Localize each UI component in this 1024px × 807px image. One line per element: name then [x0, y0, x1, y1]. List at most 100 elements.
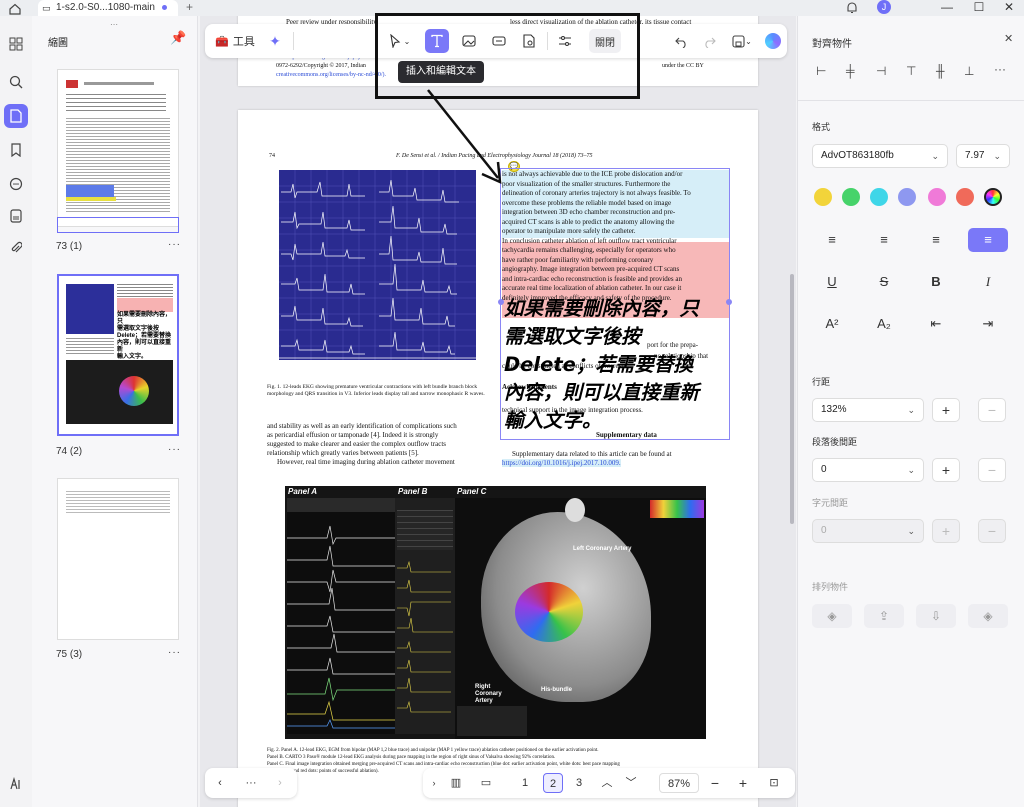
overlay-line: 如果需要刪除內容，只 — [504, 297, 700, 320]
ai-sparkle-icon[interactable]: ✦ — [263, 29, 287, 53]
comments-icon[interactable] — [4, 172, 28, 196]
zoom-level-field[interactable]: 87% — [659, 773, 699, 793]
layers-icon[interactable] — [4, 204, 28, 228]
color-swatch-green[interactable] — [842, 188, 860, 206]
undo-button[interactable] — [671, 29, 691, 53]
color-swatch-pink[interactable] — [928, 188, 946, 206]
align-bottom-icon[interactable]: ⊥ — [964, 64, 974, 78]
underline-icon[interactable]: U — [812, 270, 852, 294]
bring-forward-icon[interactable]: ⇪ — [864, 604, 904, 628]
history-more-button[interactable]: ··· — [241, 773, 261, 793]
forward-arrow-icon[interactable]: › — [273, 773, 287, 793]
line-spacing-value: 132% — [821, 404, 847, 415]
avatar[interactable]: J — [877, 0, 891, 14]
align-middle-v-icon[interactable]: ╫ — [936, 64, 945, 78]
thumbnail-more-button[interactable]: ··· — [168, 239, 181, 250]
paragraph-spacing-select[interactable]: 0 ⌄ — [812, 458, 924, 482]
text-align-right-icon[interactable]: ≡ — [916, 228, 956, 252]
attachment-icon[interactable] — [4, 236, 28, 260]
fit-page-icon[interactable]: ⊡ — [765, 773, 783, 793]
redo-button[interactable] — [699, 29, 719, 53]
superscript-icon[interactable]: A² — [812, 312, 852, 336]
color-swatch-blue[interactable] — [898, 188, 916, 206]
bold-icon[interactable]: B — [916, 270, 956, 294]
maximize-button[interactable]: ☐ — [964, 0, 994, 16]
overlay-line: 需選取文字後按 — [504, 325, 641, 348]
pin-icon[interactable]: 📌 — [170, 30, 186, 46]
page-button-3[interactable]: 3 — [569, 773, 589, 793]
align-top-icon[interactable]: ⊤ — [906, 64, 916, 78]
supplementary-heading: Supplementary data — [596, 431, 657, 439]
send-backward-icon[interactable]: ⇩ — [916, 604, 956, 628]
paragraph-spacing-plus-button[interactable]: + — [932, 458, 960, 482]
more-options-icon[interactable]: ··· — [994, 62, 1006, 76]
zoom-out-button[interactable]: − — [707, 773, 723, 793]
supplementary-link[interactable]: https://doi.org/10.1016/j.ipej.2017.10.0… — [502, 459, 621, 467]
decrease-indent-icon[interactable]: ⇤ — [916, 312, 956, 336]
text-align-justify-icon[interactable]: ≡ — [968, 228, 1008, 252]
strikethrough-icon[interactable]: S — [864, 270, 904, 294]
sidebar-settings-icon[interactable] — [4, 772, 28, 796]
character-spacing-plus-button[interactable]: + — [932, 519, 960, 543]
line-spacing-plus-button[interactable]: + — [932, 398, 960, 422]
paragraph-spacing-minus-button[interactable]: − — [978, 458, 1006, 482]
font-size-select[interactable]: 7.97 ⌄ — [956, 144, 1010, 168]
ekg-figure[interactable] — [279, 170, 476, 360]
bring-to-front-icon[interactable]: ◈ — [812, 604, 852, 628]
ai-assistant-button[interactable] — [763, 29, 783, 53]
license-link[interactable]: creativecommons.org/licenses/by-nc-nd/4.… — [276, 72, 386, 78]
notification-bell-icon[interactable] — [846, 1, 858, 15]
save-button[interactable]: ⌄ — [727, 29, 757, 53]
zoom-in-button[interactable]: + — [735, 773, 751, 793]
color-swatch-red[interactable] — [956, 188, 974, 206]
color-swatch-cyan[interactable] — [870, 188, 888, 206]
previous-page-icon[interactable]: ︿ — [599, 773, 615, 793]
thumb-line — [84, 82, 154, 85]
next-page-icon[interactable]: ﹀ — [623, 773, 639, 793]
align-objects-title: 對齊物件 — [812, 39, 852, 50]
subscript-icon[interactable]: A₂ — [864, 312, 904, 336]
italic-icon[interactable]: I — [968, 270, 1008, 294]
present-mode-icon[interactable]: ▭ — [477, 773, 495, 793]
page-thumbnail-74[interactable]: 如果需要刪除內容，只 需選取文字後按 Delete；若需要替換 內容，則可以直接重新輸… — [57, 274, 179, 436]
page-button-1[interactable]: 1 — [515, 773, 535, 793]
drag-handle-icon[interactable]: ⋯ — [110, 20, 118, 29]
send-to-back-icon[interactable]: ◈ — [968, 604, 1008, 628]
bookmark-icon[interactable] — [4, 138, 28, 162]
minimize-button[interactable]: — — [932, 0, 962, 16]
character-spacing-minus-button[interactable]: − — [978, 519, 1006, 543]
page-thumbnail-73[interactable] — [57, 69, 179, 227]
close-window-button[interactable]: ✕ — [994, 0, 1024, 16]
line-spacing-select[interactable]: 132% ⌄ — [812, 398, 924, 422]
collapse-arrow-icon[interactable]: › — [427, 773, 441, 793]
increase-indent-icon[interactable]: ⇥ — [968, 312, 1008, 336]
figure-2[interactable]: Panel A Panel B Panel C Left Coronary Ar… — [285, 486, 706, 739]
reading-mode-icon[interactable]: ▥ — [447, 773, 465, 793]
page-button-2[interactable]: 2 — [543, 773, 563, 793]
align-right-icon[interactable]: ⊣ — [876, 64, 886, 78]
vertical-scrollbar[interactable] — [790, 274, 794, 524]
thumbnail-more-button[interactable]: ··· — [168, 444, 181, 455]
new-tab-button[interactable]: + — [186, 0, 193, 14]
line-spacing-minus-button[interactable]: − — [978, 398, 1006, 422]
text-align-left-icon[interactable]: ≡ — [812, 228, 852, 252]
close-panel-icon[interactable]: ✕ — [1004, 32, 1013, 45]
panel-a-label: Panel A — [288, 487, 318, 496]
color-swatch-yellow[interactable] — [814, 188, 832, 206]
align-center-h-icon[interactable]: ╪ — [846, 64, 855, 78]
back-arrow-icon[interactable]: ‹ — [213, 773, 227, 793]
pages-icon[interactable] — [4, 104, 28, 128]
text-line: relationship which greatly varies betwee… — [267, 449, 419, 457]
thumbnail-more-button[interactable]: ··· — [168, 647, 181, 658]
align-left-icon[interactable]: ⊢ — [816, 64, 826, 78]
search-icon[interactable] — [4, 70, 28, 94]
home-icon[interactable] — [8, 2, 22, 15]
text-align-center-icon[interactable]: ≡ — [864, 228, 904, 252]
tools-button[interactable]: 🧰 工具 — [213, 29, 257, 53]
page-thumbnail-75[interactable] — [57, 478, 179, 640]
color-picker-icon[interactable] — [984, 188, 1002, 206]
character-spacing-select[interactable]: 0 ⌄ — [812, 519, 924, 543]
document-tab[interactable]: ▭ 1-s2.0-S0...1080-main — [38, 0, 178, 16]
font-family-select[interactable]: AdvOT863180fb ⌄ — [812, 144, 948, 168]
grid-view-icon[interactable] — [4, 32, 28, 56]
